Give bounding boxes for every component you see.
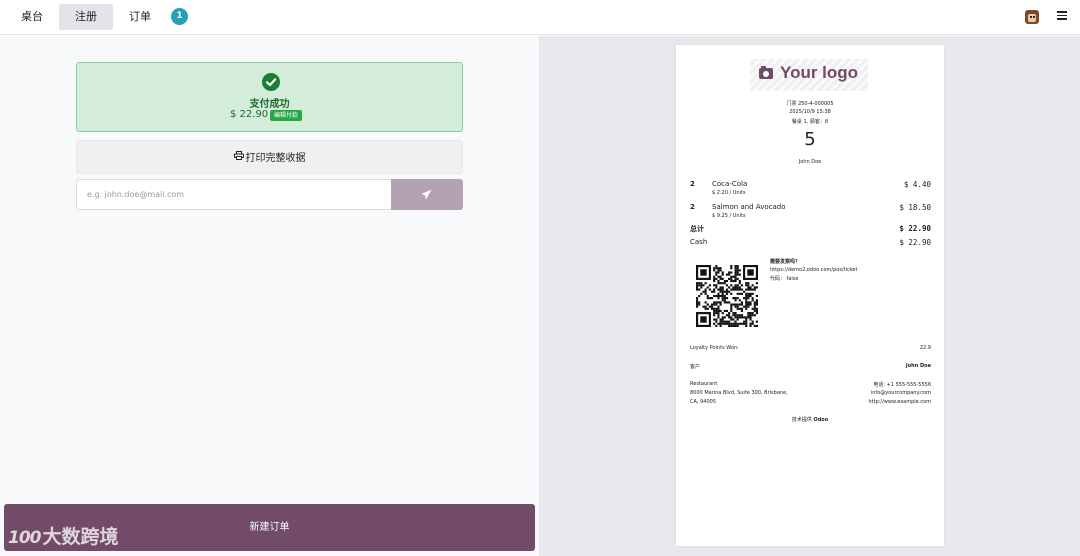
printer-icon (233, 141, 244, 175)
company-address: 8000 Marina Blvd, Suite 300, Brisbane, (690, 390, 788, 396)
invoice-code: 代码： false (770, 276, 799, 282)
tab-orders[interactable]: 订单 (118, 4, 162, 30)
payment-success-title: 支付成功 (249, 99, 290, 110)
loyalty-value: 22.9 (919, 345, 931, 351)
payment-screen-left: 支付成功 $ 22.90 编辑付款 打印完整收据 新建订单 100大数跨境 (0, 36, 539, 556)
qr-code (696, 265, 758, 327)
total-label: 总计 (690, 225, 704, 233)
company-logo: Your logo (750, 59, 868, 91)
tab-tables[interactable]: 桌台 (10, 4, 54, 30)
cashier-name: John Doe (798, 159, 822, 165)
invoice-url: https://demo2.odoo.com/pos/ticket (770, 267, 858, 273)
line-unit-price: $ 9.25 / Units (712, 213, 746, 219)
receipt-preview-panel: Your logo 门票 250-4-000005 2025/10/9 15:3… (539, 36, 1080, 556)
payment-success-panel: 支付成功 $ 22.90 编辑付款 (76, 62, 463, 132)
line-qty: 2 (690, 203, 695, 211)
orders-count-badge[interactable]: 1 (171, 8, 188, 25)
company-phone: 电话: +1 555-555-5556 (873, 382, 931, 388)
customer-label: 客户 (690, 364, 701, 370)
line-price: $ 4.40 (903, 180, 931, 189)
loyalty-label: Loyalty Points Won: (690, 345, 739, 351)
email-input[interactable] (76, 179, 391, 210)
table-guests: 餐桌 1, 顾客：8 (791, 119, 829, 125)
line-unit-price: $ 2.20 / Units (712, 190, 746, 196)
check-circle-icon (262, 73, 280, 91)
order-number: 5 (804, 129, 816, 150)
receipt-datetime: 2025/10/9 15:38 (789, 109, 831, 115)
company-address: CA, 94005 (690, 399, 716, 405)
hamburger-menu-icon[interactable] (1057, 11, 1067, 20)
edit-payment-button[interactable]: 编辑付款 (270, 110, 303, 121)
line-product-name: Coca-Cola (712, 180, 748, 188)
invoice-title: 需要发票吗？ (770, 259, 801, 265)
user-avatar-icon[interactable] (1025, 10, 1039, 24)
company-email: info@yourcompany.com (870, 390, 931, 396)
line-qty: 2 (690, 180, 695, 188)
ticket-number: 门票 250-4-000005 (786, 101, 834, 107)
payment-amount: $ 22.90 (230, 109, 269, 120)
payment-method-label: Cash (690, 238, 708, 246)
paper-plane-icon (421, 189, 432, 200)
line-product-name: Salmon and Avocado (712, 203, 786, 211)
receipt: Your logo 门票 250-4-000005 2025/10/9 15:3… (676, 45, 944, 546)
company-website: http://www.example.com (868, 399, 931, 405)
line-price: $ 18.50 (899, 203, 931, 212)
customer-name: John Doe (905, 363, 931, 369)
payment-method-value: $ 22.90 (899, 238, 931, 247)
print-receipt-label: 打印完整收据 (245, 153, 306, 164)
top-navbar: 桌台 注册 订单 1 (0, 0, 1080, 35)
powered-by: 技术提供 Odoo (791, 417, 829, 423)
print-receipt-button[interactable]: 打印完整收据 (76, 140, 463, 174)
send-email-button[interactable] (391, 179, 463, 210)
camera-icon (759, 66, 773, 79)
total-value: $ 22.90 (899, 224, 931, 233)
watermark-logo: 100 大数跨境 (8, 526, 119, 548)
company-name: Restaurant (690, 381, 718, 387)
tab-register[interactable]: 注册 (59, 4, 113, 30)
